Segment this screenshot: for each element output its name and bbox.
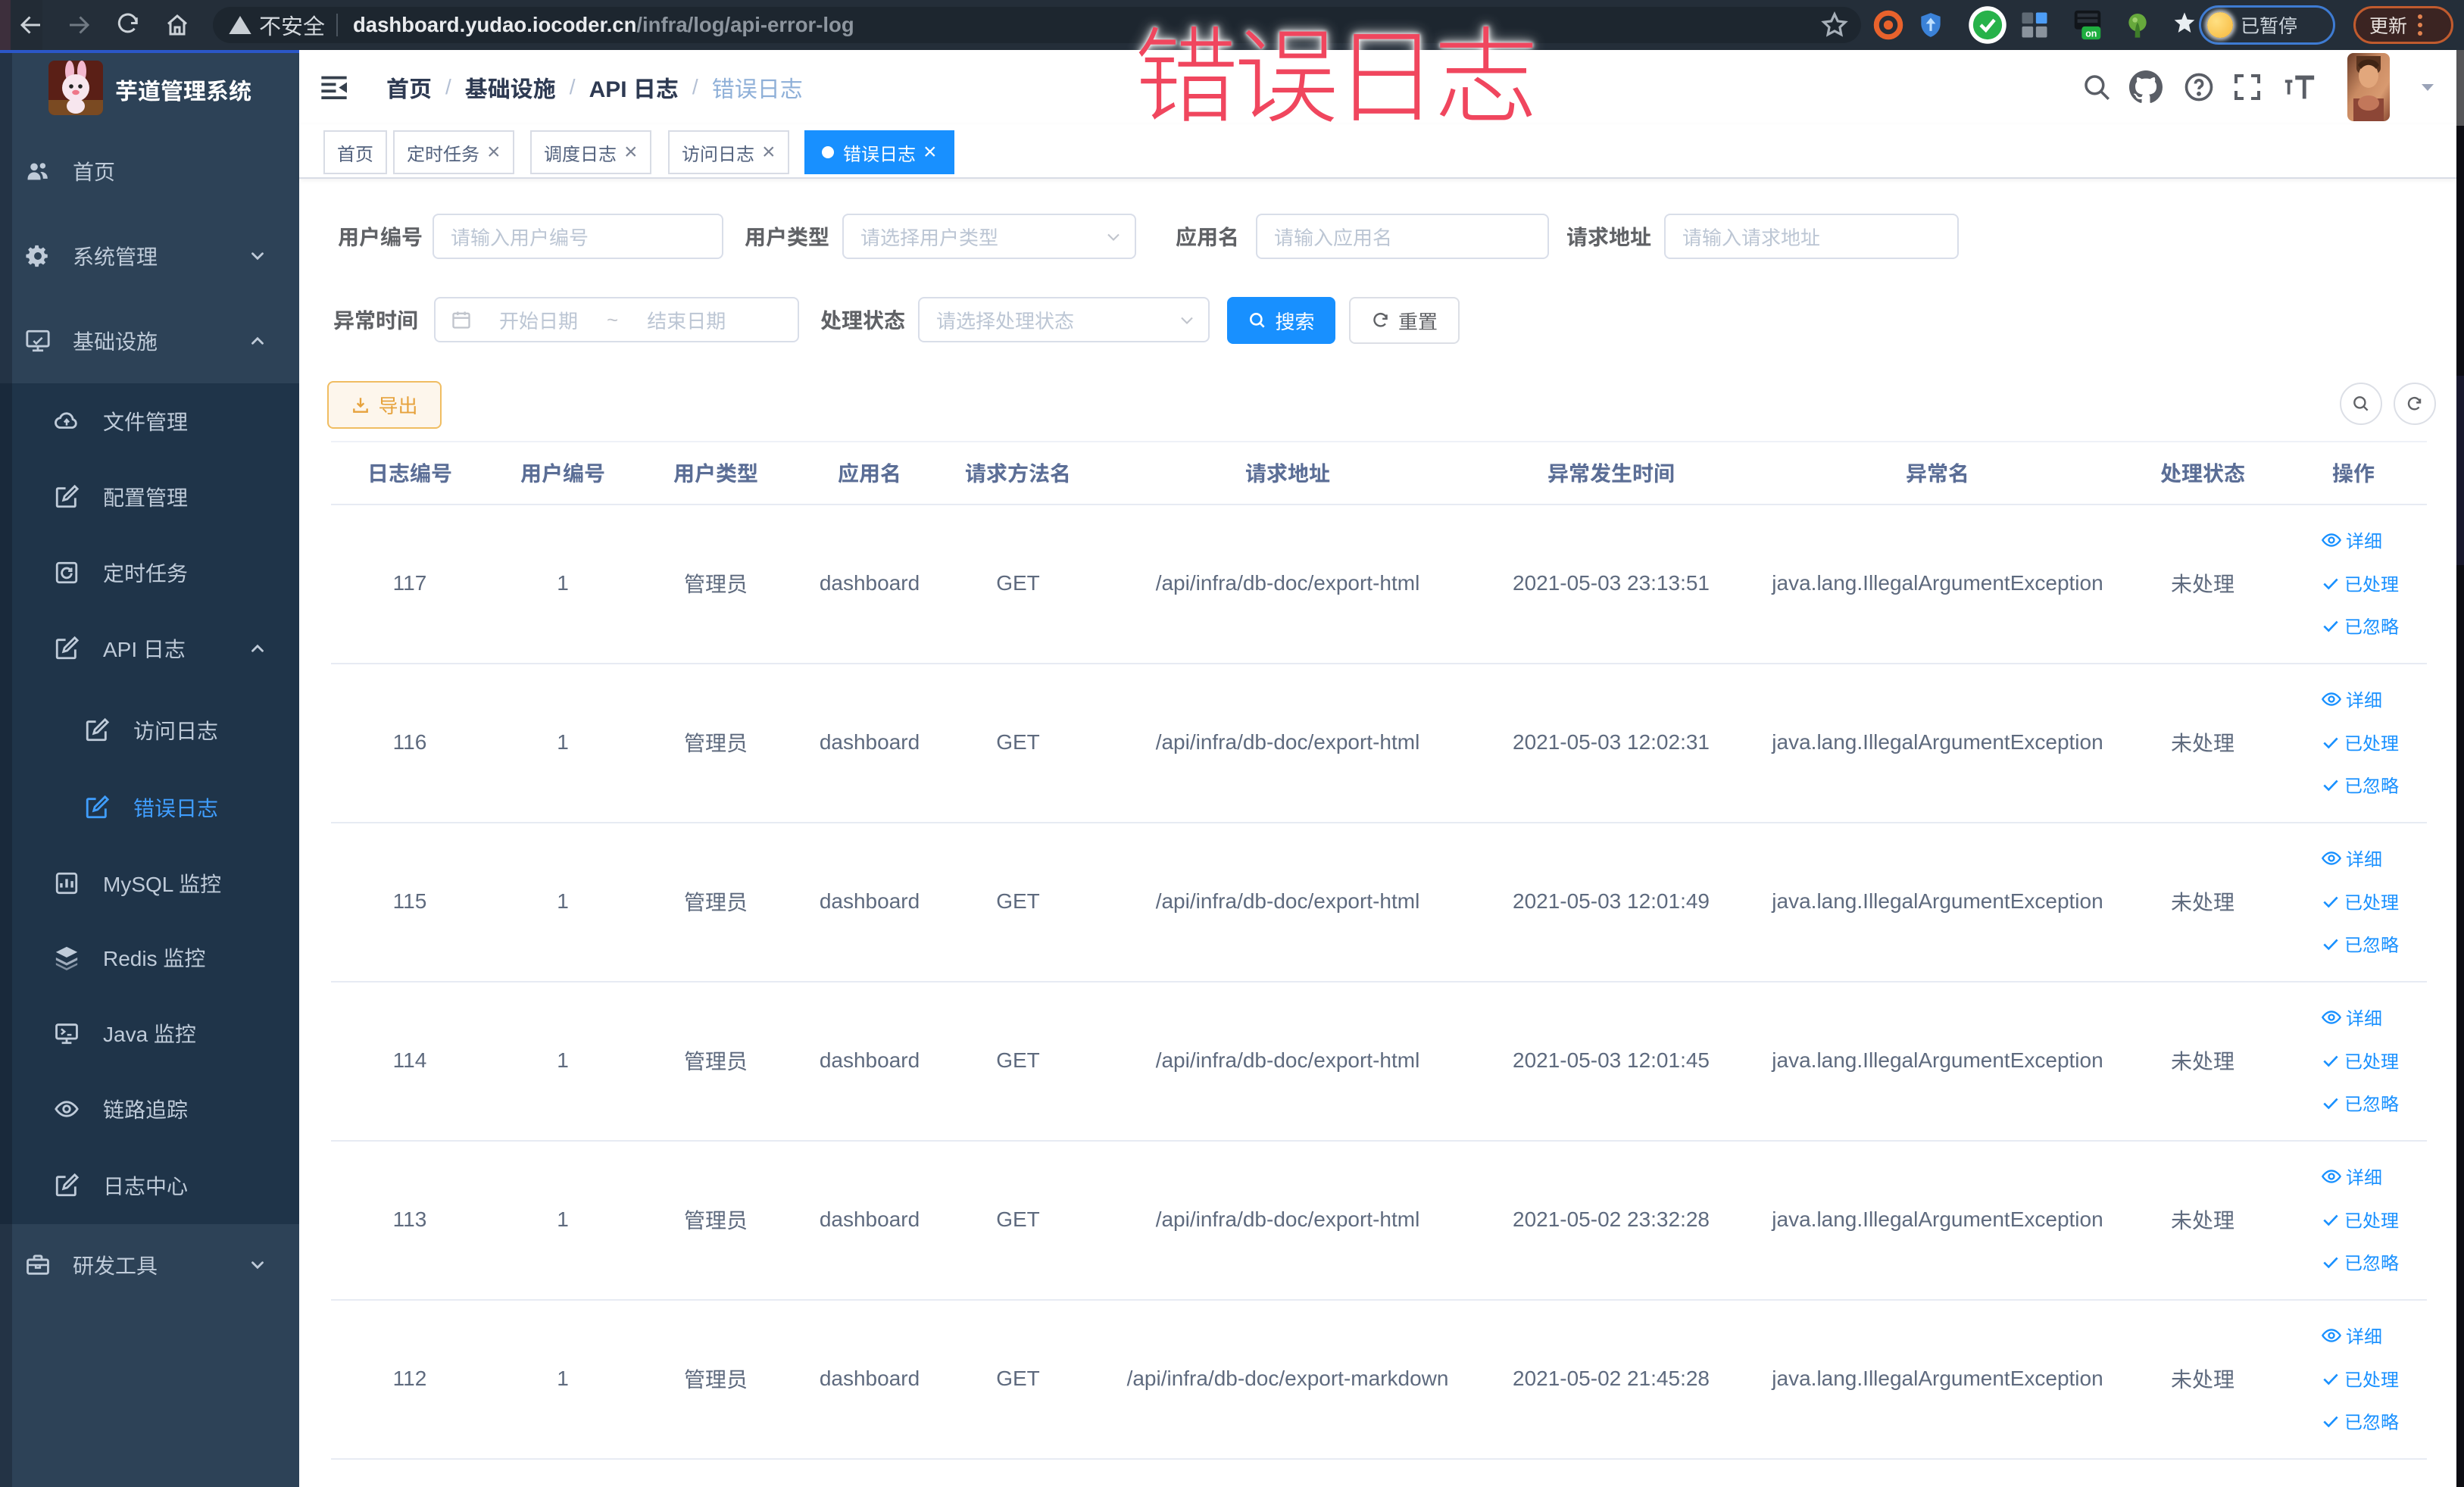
svg-text:on: on [2085, 28, 2097, 39]
